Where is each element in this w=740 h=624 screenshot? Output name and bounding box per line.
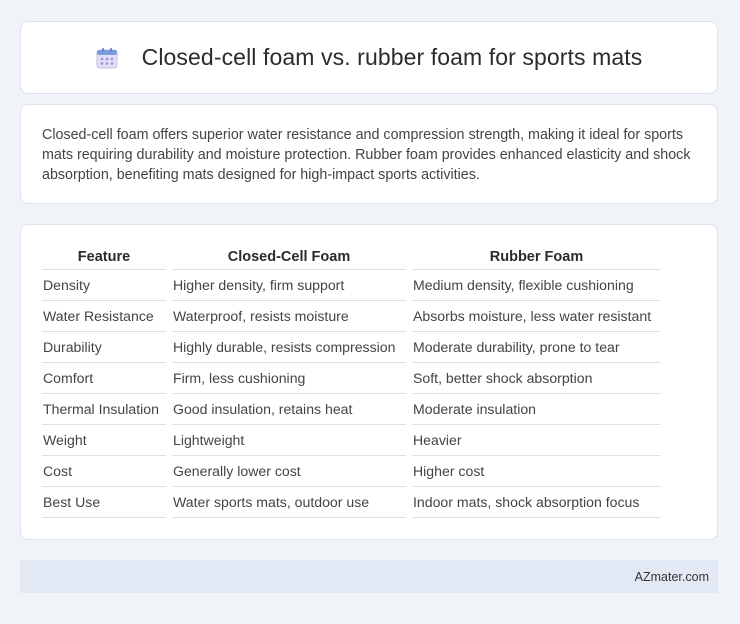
rubber-foam-cell: Moderate insulation [412,393,661,424]
column-header-feature: Feature [77,249,131,265]
table-header-row: Feature Closed-Cell Foam Rubber Foam [42,247,661,269]
rubber-foam-cell: Medium density, flexible cushioning [412,269,661,300]
column-header-rubber-foam: Rubber Foam [489,249,584,265]
feature-cell: Weight [42,424,166,455]
feature-cell: Water Resistance [42,300,166,331]
rubber-foam-cell: Higher cost [412,455,661,486]
table-row: Cost Generally lower cost Higher cost [42,455,661,486]
calendar-icon [96,47,118,68]
closed-cell-cell: Water sports mats, outdoor use [172,486,406,518]
rubber-foam-cell: Absorbs moisture, less water resistant [412,300,661,331]
description-card: Closed-cell foam offers superior water r… [20,104,718,204]
rubber-foam-cell: Indoor mats, shock absorption focus [412,486,661,518]
table-row: Best Use Water sports mats, outdoor use … [42,486,661,518]
closed-cell-cell: Lightweight [172,424,406,455]
closed-cell-cell: Highly durable, resists compression [172,331,406,362]
comparison-table-card: Feature Closed-Cell Foam Rubber Foam Den… [20,224,718,540]
description-text: Closed-cell foam offers superior water r… [42,127,691,183]
column-header-closed-cell-foam: Closed-Cell Foam [227,249,351,265]
comparison-table: Feature Closed-Cell Foam Rubber Foam Den… [36,247,667,518]
table-row: Durability Highly durable, resists compr… [42,331,661,362]
feature-cell: Comfort [42,362,166,393]
footer: AZmater.com [20,560,718,593]
feature-cell: Best Use [42,486,166,518]
feature-cell: Cost [42,455,166,486]
closed-cell-cell: Good insulation, retains heat [172,393,406,424]
closed-cell-cell: Generally lower cost [172,455,406,486]
table-row: Thermal Insulation Good insulation, reta… [42,393,661,424]
feature-cell: Density [42,269,166,300]
rubber-foam-cell: Heavier [412,424,661,455]
page-title: Closed-cell foam vs. rubber foam for spo… [141,44,643,70]
feature-cell: Thermal Insulation [42,393,166,424]
table-row: Density Higher density, firm support Med… [42,269,661,300]
table-row: Comfort Firm, less cushioning Soft, bett… [42,362,661,393]
rubber-foam-cell: Soft, better shock absorption [412,362,661,393]
title-row: Closed-cell foam vs. rubber foam for spo… [96,44,643,71]
table-row: Water Resistance Waterproof, resists moi… [42,300,661,331]
closed-cell-cell: Higher density, firm support [172,269,406,300]
closed-cell-cell: Waterproof, resists moisture [172,300,406,331]
footer-site-link[interactable]: AZmater.com [635,570,709,584]
rubber-foam-cell: Moderate durability, prone to tear [412,331,661,362]
closed-cell-cell: Firm, less cushioning [172,362,406,393]
table-row: Weight Lightweight Heavier [42,424,661,455]
title-card: Closed-cell foam vs. rubber foam for spo… [20,21,718,94]
feature-cell: Durability [42,331,166,362]
